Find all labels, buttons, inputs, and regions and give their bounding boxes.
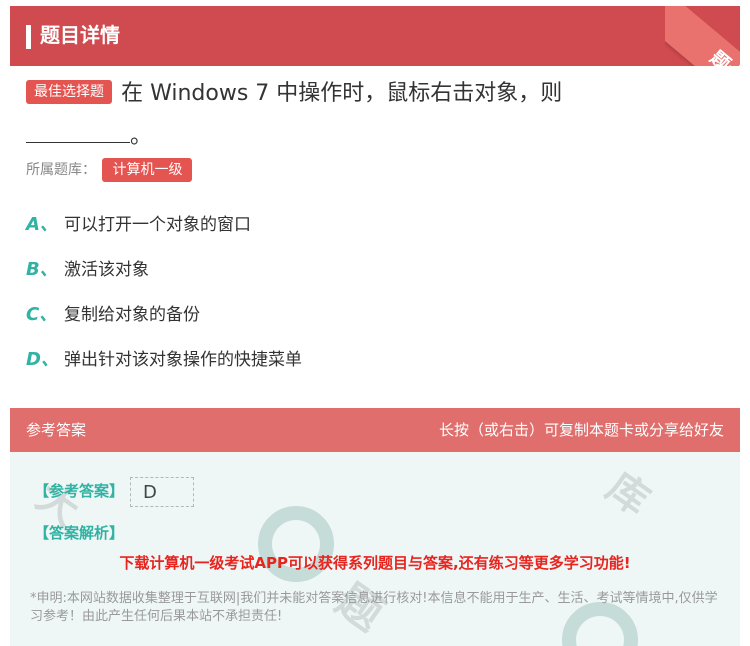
disclaimer-text: *申明:本网站数据收集整理于互联网|我们并未能对答案信息进行核对!本信息不能用于… bbox=[30, 591, 718, 624]
reference-answer-label: 【参考答案】 bbox=[34, 482, 125, 500]
bank-label: 所属题库： bbox=[26, 162, 96, 178]
answer-blank bbox=[26, 125, 130, 143]
option-list: A、 可以打开一个对象的窗口 B、 激活该对象 C、 复制给对象的备份 D、 弹出针对该… bbox=[26, 210, 726, 390]
card-header: 题目详情 题卡 bbox=[10, 6, 740, 66]
option-letter: A、 bbox=[26, 214, 58, 235]
option-letter: D、 bbox=[26, 349, 59, 370]
page-title: 题目详情 bbox=[40, 23, 120, 47]
answer-area: 大 库 题 【参考答案】 D 【答案解析】 下载计算机一级考试APP可以获得系列… bbox=[10, 452, 740, 646]
bank-badge[interactable]: 计算机一级 bbox=[102, 158, 193, 182]
question-type-badge: 最佳选择题 bbox=[26, 80, 112, 104]
watermark-mark: 库 bbox=[598, 463, 658, 525]
option-text: 复制给对象的备份 bbox=[64, 305, 200, 325]
header-bar-accent bbox=[26, 25, 31, 49]
option-d[interactable]: D、 弹出针对该对象操作的快捷菜单 bbox=[26, 345, 726, 390]
question-text: 在 Windows 7 中操作时，鼠标右击对象，则 bbox=[121, 81, 563, 106]
answer-analysis-label: 【答案解析】 bbox=[34, 524, 125, 542]
option-b[interactable]: B、 激活该对象 bbox=[26, 255, 726, 300]
ribbon-label: 题卡 bbox=[700, 40, 740, 66]
answer-bar-title: 参考答案 bbox=[26, 421, 87, 439]
option-text: 可以打开一个对象的窗口 bbox=[64, 215, 251, 235]
corner-ribbon: 题卡 bbox=[665, 6, 740, 66]
share-hint[interactable]: 长按（或右击）可复制本题卡或分享给好友 bbox=[439, 408, 724, 452]
option-text: 弹出针对该对象操作的快捷菜单 bbox=[64, 350, 302, 370]
option-a[interactable]: A、 可以打开一个对象的窗口 bbox=[26, 210, 726, 255]
question-blank-line: 。 bbox=[26, 122, 152, 152]
app-download-promo[interactable]: 下载计算机一级考试APP可以获得系列题目与答案,还有练习等更多学习功能! bbox=[10, 552, 740, 574]
option-letter: B、 bbox=[26, 259, 58, 280]
question-bank: 所属题库： 计算机一级 bbox=[26, 158, 193, 182]
option-letter: C、 bbox=[26, 304, 58, 325]
answer-bar: 参考答案 长按（或右击）可复制本题卡或分享给好友 bbox=[10, 408, 740, 452]
question-tail: 。 bbox=[130, 124, 153, 149]
option-c[interactable]: C、 复制给对象的备份 bbox=[26, 300, 726, 345]
reference-answer-value: D bbox=[130, 477, 194, 507]
option-text: 激活该对象 bbox=[64, 260, 149, 280]
question-stem: 最佳选择题 在 Windows 7 中操作时，鼠标右击对象，则 bbox=[26, 78, 726, 110]
